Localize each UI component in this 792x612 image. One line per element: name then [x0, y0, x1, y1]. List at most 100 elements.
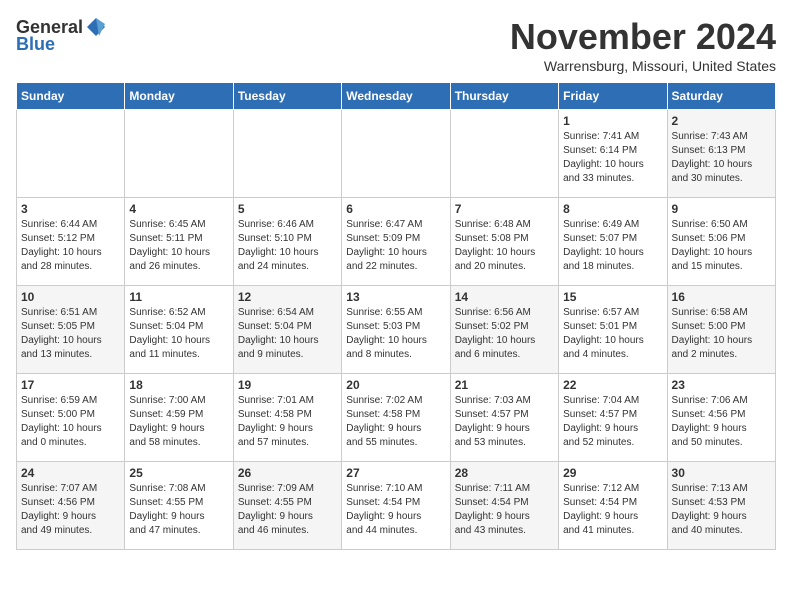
calendar-table: Sunday Monday Tuesday Wednesday Thursday…	[16, 82, 776, 550]
day-number: 6	[346, 202, 445, 216]
day-number: 22	[563, 378, 662, 392]
day-number: 11	[129, 290, 228, 304]
day-info: Sunrise: 6:59 AM Sunset: 5:00 PM Dayligh…	[21, 394, 120, 450]
day-info: Sunrise: 6:56 AM Sunset: 5:02 PM Dayligh…	[455, 306, 554, 362]
calendar-cell: 20Sunrise: 7:02 AM Sunset: 4:58 PM Dayli…	[342, 374, 450, 462]
day-number: 1	[563, 114, 662, 128]
calendar-cell: 16 Sunrise: 6:58 AM Sunset: 5:00 PM Dayli…	[667, 286, 775, 374]
calendar-week-2: 3 Sunrise: 6:44 AM Sunset: 5:12 PM Daylig…	[17, 198, 776, 286]
day-number: 14	[455, 290, 554, 304]
calendar-week-5: 24 Sunrise: 7:07 AM Sunset: 4:56 PM Dayli…	[17, 462, 776, 550]
calendar-week-3: 10 Sunrise: 6:51 AM Sunset: 5:05 PM Dayli…	[17, 286, 776, 374]
day-number: 25	[129, 466, 228, 480]
day-number: 3	[21, 202, 120, 216]
calendar-cell: 3 Sunrise: 6:44 AM Sunset: 5:12 PM Daylig…	[17, 198, 125, 286]
calendar-cell: 24 Sunrise: 7:07 AM Sunset: 4:56 PM Dayli…	[17, 462, 125, 550]
day-number: 30	[672, 466, 771, 480]
day-number: 19	[238, 378, 337, 392]
location-title: Warrensburg, Missouri, United States	[510, 58, 776, 74]
calendar-week-4: 17 Sunrise: 6:59 AM Sunset: 5:00 PM Dayli…	[17, 374, 776, 462]
day-info: Sunrise: 6:46 AM Sunset: 5:10 PM Dayligh…	[238, 218, 337, 274]
calendar-cell: 30 Sunrise: 7:13 AM Sunset: 4:53 PM Dayli…	[667, 462, 775, 550]
logo-blue: Blue	[16, 34, 55, 55]
calendar-cell: 1 Sunrise: 7:41 AM Sunset: 6:14 PM Daylig…	[559, 110, 667, 198]
col-monday: Monday	[125, 83, 233, 110]
calendar-cell	[17, 110, 125, 198]
col-wednesday: Wednesday	[342, 83, 450, 110]
day-info: Sunrise: 6:47 AM Sunset: 5:09 PM Dayligh…	[346, 218, 445, 274]
day-number: 27	[346, 466, 445, 480]
day-number: 7	[455, 202, 554, 216]
calendar-cell: 13 Sunrise: 6:55 AM Sunset: 5:03 PM Dayli…	[342, 286, 450, 374]
day-number: 28	[455, 466, 554, 480]
day-info: Sunrise: 7:07 AM Sunset: 4:56 PM Dayligh…	[21, 482, 120, 538]
col-saturday: Saturday	[667, 83, 775, 110]
calendar-cell: 14 Sunrise: 6:56 AM Sunset: 5:02 PM Dayli…	[450, 286, 558, 374]
calendar-cell: 5 Sunrise: 6:46 AM Sunset: 5:10 PM Daylig…	[233, 198, 341, 286]
day-info: Sunrise: 7:01 AM Sunset: 4:58 PM Dayligh…	[238, 394, 337, 450]
day-info: Sunrise: 6:55 AM Sunset: 5:03 PM Dayligh…	[346, 306, 445, 362]
day-info: Sunrise: 6:51 AM Sunset: 5:05 PM Dayligh…	[21, 306, 120, 362]
day-info: Sunrise: 6:57 AM Sunset: 5:01 PM Dayligh…	[563, 306, 662, 362]
day-number: 4	[129, 202, 228, 216]
calendar-cell: 19 Sunrise: 7:01 AM Sunset: 4:58 PM Dayli…	[233, 374, 341, 462]
day-info: Sunrise: 7:41 AM Sunset: 6:14 PM Dayligh…	[563, 130, 662, 186]
calendar-cell: 26Sunrise: 7:09 AM Sunset: 4:55 PM Dayli…	[233, 462, 341, 550]
day-number: 29	[563, 466, 662, 480]
day-number: 12	[238, 290, 337, 304]
logo: General Blue	[16, 16, 107, 55]
day-info: Sunrise: 6:44 AM Sunset: 5:12 PM Dayligh…	[21, 218, 120, 274]
day-info: Sunrise: 7:03 AM Sunset: 4:57 PM Dayligh…	[455, 394, 554, 450]
calendar-cell: 18 Sunrise: 7:00 AM Sunset: 4:59 PM Dayli…	[125, 374, 233, 462]
calendar-cell	[233, 110, 341, 198]
day-number: 23	[672, 378, 771, 392]
day-info: Sunrise: 7:12 AM Sunset: 4:54 PM Dayligh…	[563, 482, 662, 538]
calendar-cell: 8Sunrise: 6:49 AM Sunset: 5:07 PM Daylig…	[559, 198, 667, 286]
calendar-cell: 21 Sunrise: 7:03 AM Sunset: 4:57 PM Dayli…	[450, 374, 558, 462]
day-number: 18	[129, 378, 228, 392]
day-info: Sunrise: 6:52 AM Sunset: 5:04 PM Dayligh…	[129, 306, 228, 362]
title-area: November 2024 Warrensburg, Missouri, Uni…	[510, 16, 776, 74]
day-number: 9	[672, 202, 771, 216]
col-thursday: Thursday	[450, 83, 558, 110]
day-number: 24	[21, 466, 120, 480]
calendar-cell: 4 Sunrise: 6:45 AM Sunset: 5:11 PM Daylig…	[125, 198, 233, 286]
header: General Blue November 2024 Warrensburg, …	[16, 16, 776, 74]
day-number: 16	[672, 290, 771, 304]
calendar-cell: 22 Sunrise: 7:04 AM Sunset: 4:57 PM Dayli…	[559, 374, 667, 462]
day-number: 8	[563, 202, 662, 216]
day-info: Sunrise: 7:43 AM Sunset: 6:13 PM Dayligh…	[672, 130, 771, 186]
day-info: Sunrise: 7:00 AM Sunset: 4:59 PM Dayligh…	[129, 394, 228, 450]
calendar-cell	[342, 110, 450, 198]
day-number: 21	[455, 378, 554, 392]
day-number: 5	[238, 202, 337, 216]
header-row: Sunday Monday Tuesday Wednesday Thursday…	[17, 83, 776, 110]
month-title: November 2024	[510, 16, 776, 58]
calendar-cell: 10 Sunrise: 6:51 AM Sunset: 5:05 PM Dayli…	[17, 286, 125, 374]
day-number: 26	[238, 466, 337, 480]
logo-icon	[85, 16, 107, 38]
calendar-cell: 28 Sunrise: 7:11 AM Sunset: 4:54 PM Dayli…	[450, 462, 558, 550]
day-info: Sunrise: 7:13 AM Sunset: 4:53 PM Dayligh…	[672, 482, 771, 538]
calendar-cell: 7 Sunrise: 6:48 AM Sunset: 5:08 PM Daylig…	[450, 198, 558, 286]
day-info: Sunrise: 6:58 AM Sunset: 5:00 PM Dayligh…	[672, 306, 771, 362]
calendar-cell: 6 Sunrise: 6:47 AM Sunset: 5:09 PM Daylig…	[342, 198, 450, 286]
calendar-cell: 29 Sunrise: 7:12 AM Sunset: 4:54 PM Dayli…	[559, 462, 667, 550]
day-number: 13	[346, 290, 445, 304]
calendar-cell	[450, 110, 558, 198]
day-number: 17	[21, 378, 120, 392]
calendar-cell: 15Sunrise: 6:57 AM Sunset: 5:01 PM Dayli…	[559, 286, 667, 374]
col-tuesday: Tuesday	[233, 83, 341, 110]
col-sunday: Sunday	[17, 83, 125, 110]
day-info: Sunrise: 6:50 AM Sunset: 5:06 PM Dayligh…	[672, 218, 771, 274]
day-info: Sunrise: 6:45 AM Sunset: 5:11 PM Dayligh…	[129, 218, 228, 274]
day-info: Sunrise: 7:06 AM Sunset: 4:56 PM Dayligh…	[672, 394, 771, 450]
day-info: Sunrise: 7:04 AM Sunset: 4:57 PM Dayligh…	[563, 394, 662, 450]
day-number: 10	[21, 290, 120, 304]
day-info: Sunrise: 7:02 AM Sunset: 4:58 PM Dayligh…	[346, 394, 445, 450]
day-info: Sunrise: 6:48 AM Sunset: 5:08 PM Dayligh…	[455, 218, 554, 274]
calendar-cell: 2Sunrise: 7:43 AM Sunset: 6:13 PM Daylig…	[667, 110, 775, 198]
day-info: Sunrise: 7:11 AM Sunset: 4:54 PM Dayligh…	[455, 482, 554, 538]
calendar-week-1: 1 Sunrise: 7:41 AM Sunset: 6:14 PM Daylig…	[17, 110, 776, 198]
calendar-cell	[125, 110, 233, 198]
